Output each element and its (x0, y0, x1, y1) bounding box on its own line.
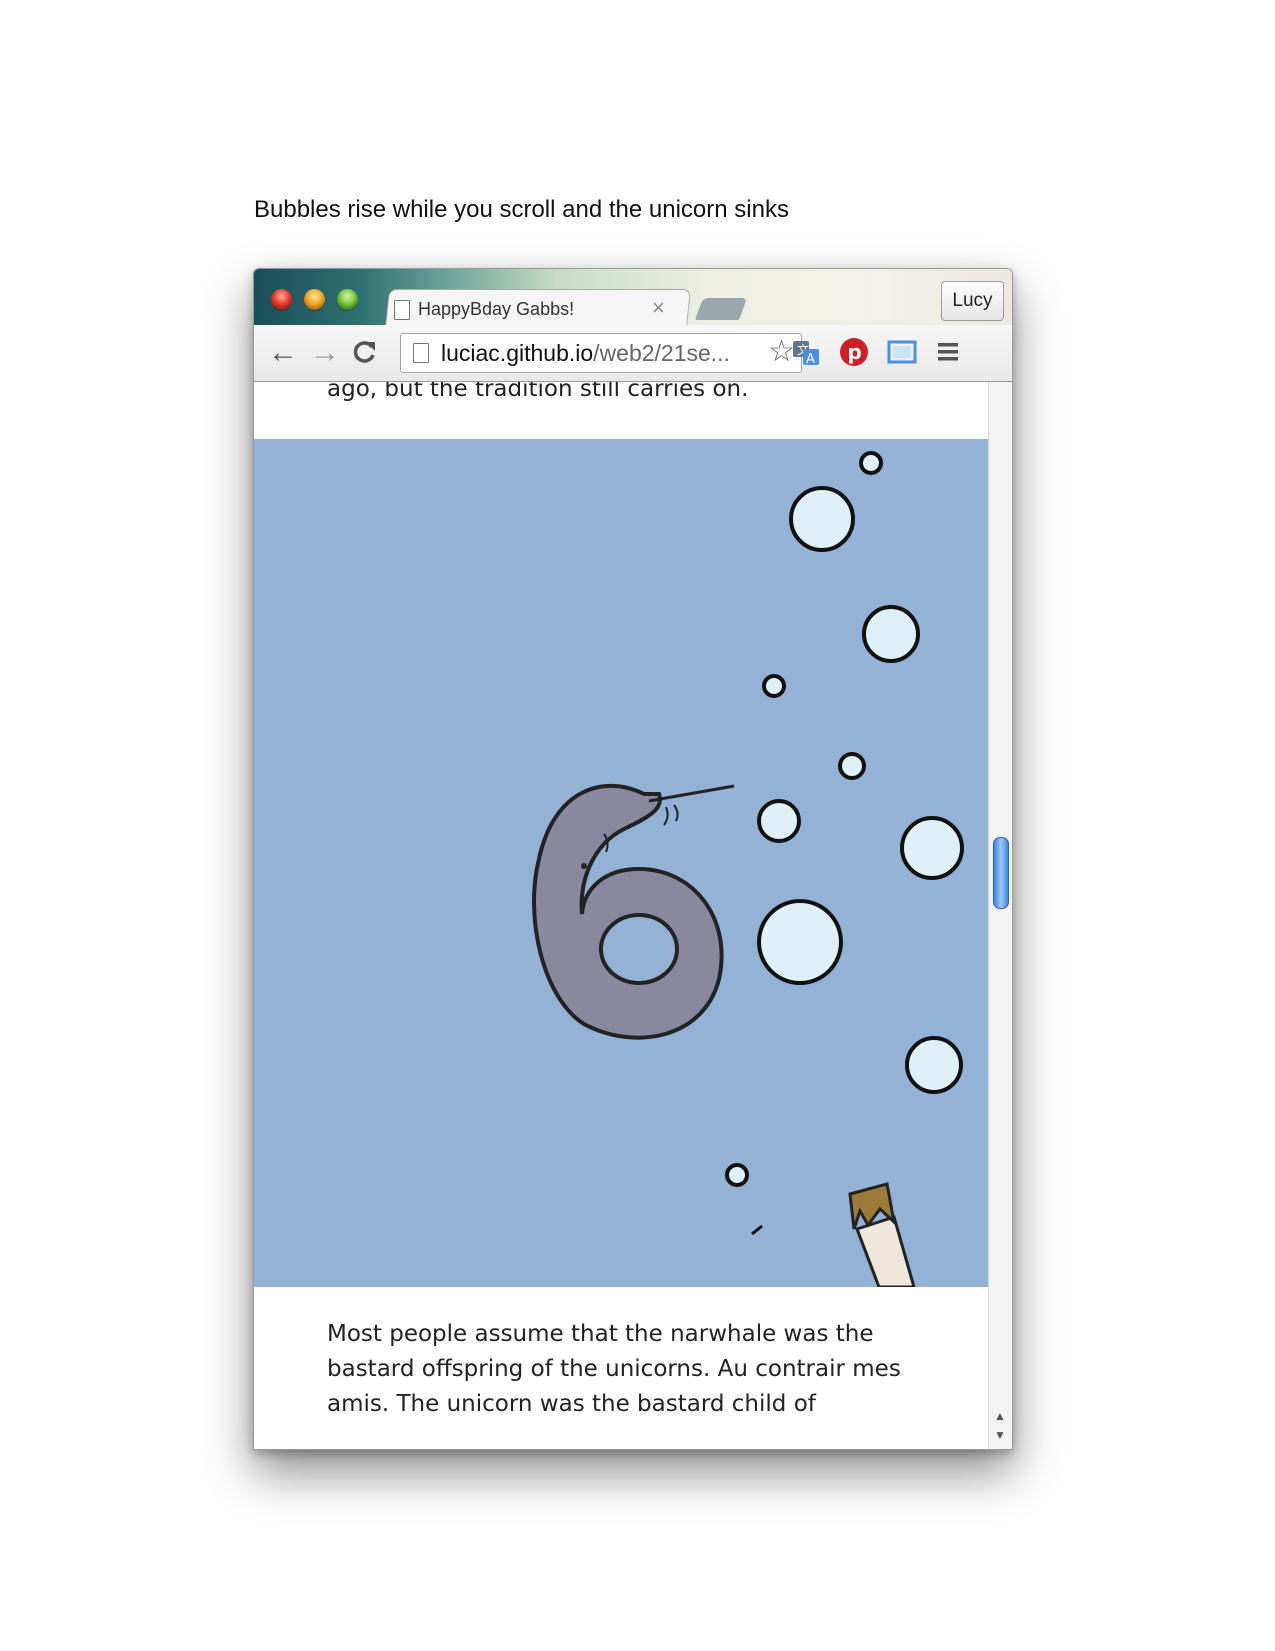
story-text-body: Most people assume that the narwhale was… (327, 1317, 927, 1422)
bubble (859, 451, 883, 475)
close-window-button[interactable] (271, 289, 292, 310)
ocean-illustration (532, 451, 964, 1287)
narwhal-tusk (648, 784, 735, 803)
scroll-up-icon[interactable]: ▲ (994, 1409, 1006, 1423)
scroll-down-icon[interactable]: ▼ (994, 1428, 1006, 1442)
bubble (862, 605, 920, 663)
page-icon (394, 300, 410, 320)
bubble (762, 674, 786, 698)
story-line: Most people assume that the narwhale was… (327, 1321, 874, 1347)
narwhal-six (532, 783, 724, 1040)
tab-close-button[interactable]: × (652, 295, 665, 321)
bubble (900, 816, 964, 880)
new-tab-button[interactable] (694, 298, 748, 320)
forward-icon[interactable]: → (310, 335, 340, 371)
bubble (725, 1163, 749, 1187)
svg-text:p: p (848, 340, 862, 364)
back-icon[interactable]: ← (268, 335, 298, 371)
tab-title: HappyBday Gabbs! (418, 299, 575, 319)
bubble (757, 799, 801, 843)
url-text: luciac.github.io/web2/21se... (441, 340, 730, 366)
story-line: amis. The unicorn was the bastard child … (327, 1391, 816, 1417)
zoom-window-button[interactable] (337, 289, 358, 310)
minimize-window-button[interactable] (304, 289, 325, 310)
bubble (757, 899, 843, 985)
page-icon (413, 343, 429, 363)
story-line: bastard offspring of the unicorns. Au co… (327, 1356, 901, 1382)
scrollbar-thumb[interactable] (993, 837, 1009, 909)
browser-window: HappyBday Gabbs! × Lucy ← → luciac.githu… (253, 268, 1013, 1450)
browser-tab-content: HappyBday Gabbs! × (394, 291, 684, 327)
scrollbar[interactable]: ▲ ▼ (988, 382, 1012, 1449)
unicorn-horn (848, 1182, 916, 1287)
page-caption: Bubbles rise while you scroll and the un… (254, 196, 789, 223)
profile-button[interactable]: Lucy (941, 281, 1004, 321)
toolbar: ← → luciac.github.io/web2/21se... ☆ 文 A … (254, 325, 1012, 382)
bubble (838, 752, 866, 780)
translate-icon[interactable]: 文 A (791, 337, 821, 367)
page-content: ago, but the tradition still carries on. (254, 382, 988, 1449)
address-bar[interactable]: luciac.github.io/web2/21se... ☆ (400, 333, 802, 373)
reload-icon[interactable] (352, 339, 378, 365)
story-text-top: ago, but the tradition still carries on. (327, 382, 749, 402)
svg-text:A: A (806, 352, 815, 367)
fullscreen-icon[interactable] (886, 337, 918, 367)
menu-icon[interactable] (936, 337, 962, 367)
title-bar: HappyBday Gabbs! × Lucy (254, 269, 1012, 328)
bubble (789, 486, 855, 552)
bubble (905, 1036, 963, 1094)
ocean-scene (254, 439, 988, 1287)
pinterest-icon[interactable]: p (839, 337, 869, 367)
